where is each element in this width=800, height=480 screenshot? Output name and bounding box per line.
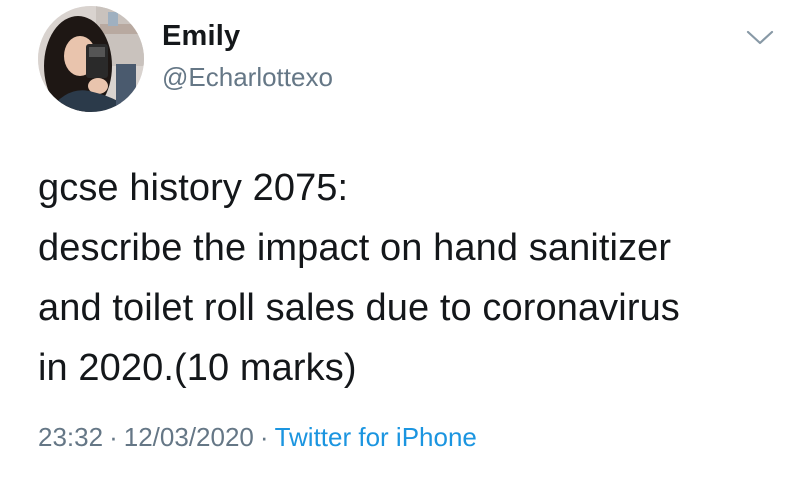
tweet-source-link[interactable]: Twitter for iPhone — [275, 422, 477, 452]
avatar[interactable] — [38, 6, 144, 112]
display-name[interactable]: Emily — [162, 20, 240, 53]
tweet-metadata: 23:32 · 12/03/2020 · Twitter for iPhone — [38, 422, 477, 453]
tweet-text-line: and toilet roll sales due to coronavirus — [38, 287, 680, 329]
avatar-photo — [38, 6, 144, 112]
separator: · — [259, 422, 269, 452]
tweet-text: gcse history 2075: describe the impact o… — [38, 158, 778, 398]
tweet-header: Emily @Echarlottexo — [38, 6, 778, 114]
chevron-down-icon[interactable] — [742, 26, 778, 50]
tweet-text-line: gcse history 2075: — [38, 167, 349, 209]
tweet-time[interactable]: 23:32 — [38, 422, 103, 452]
username[interactable]: @Echarlottexo — [162, 62, 333, 93]
tweet-text-line: describe the impact on hand sanitizer — [38, 227, 672, 269]
separator: · — [109, 422, 118, 452]
tweet-date[interactable]: 12/03/2020 — [124, 422, 254, 452]
tweet-text-line: in 2020.(10 marks) — [38, 347, 357, 389]
